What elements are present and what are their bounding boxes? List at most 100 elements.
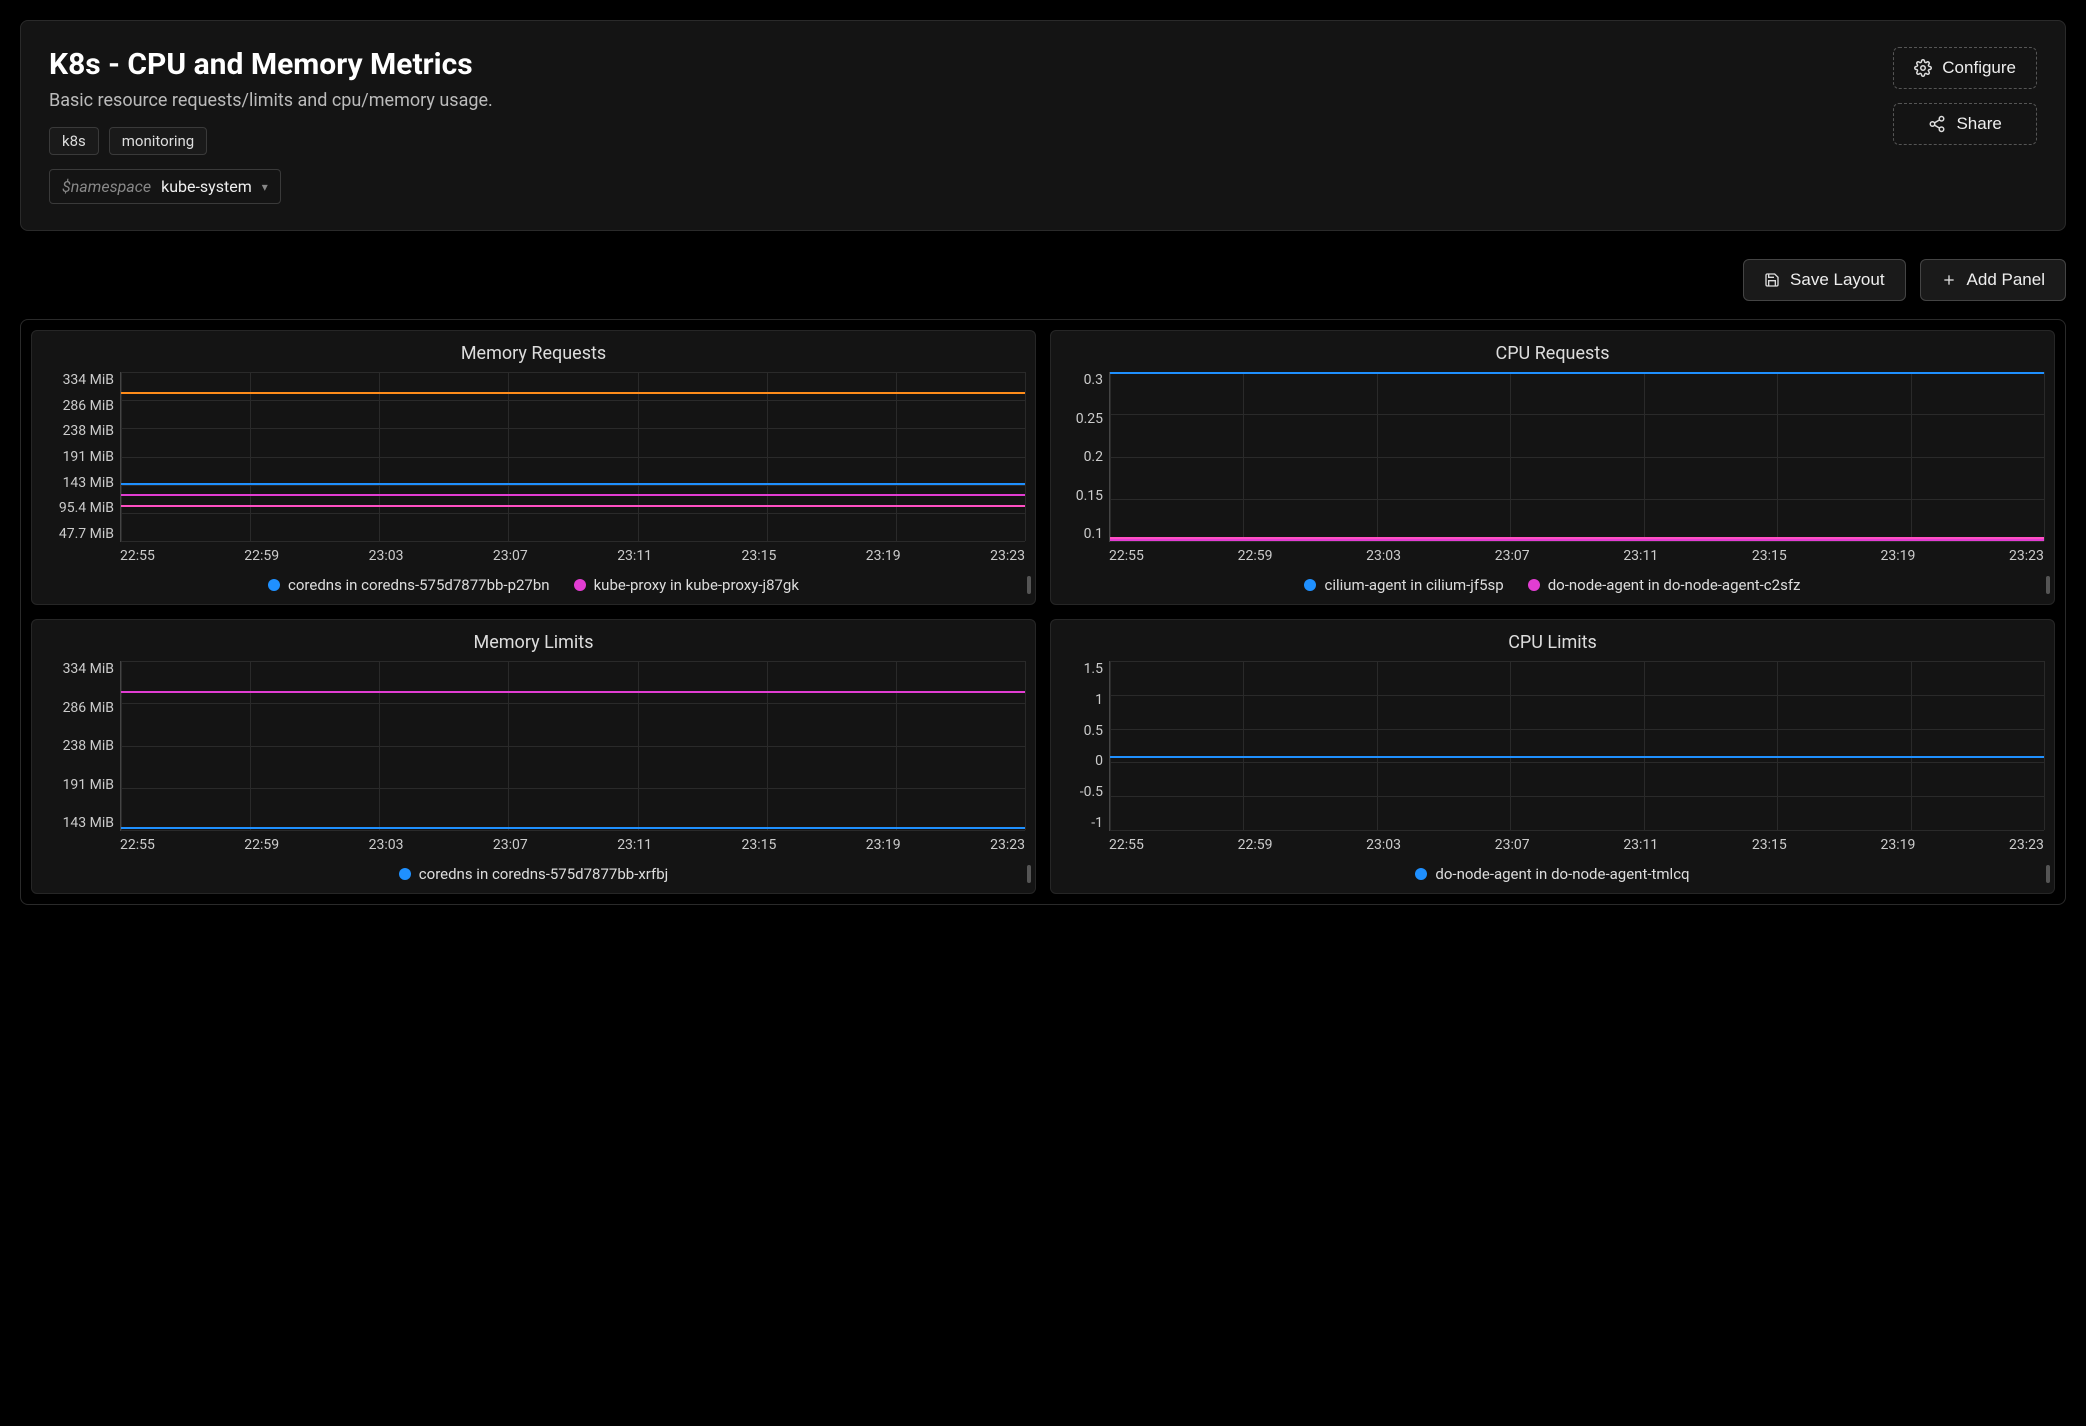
x-axis: 22:5522:5923:0323:0723:1123:1523:1923:23 <box>1109 542 2044 564</box>
x-tick: 23:15 <box>1752 548 1787 564</box>
y-tick: 334 MiB <box>63 661 114 677</box>
legend-label: coredns in coredns-575d7877bb-p27bn <box>288 576 550 594</box>
x-tick: 23:19 <box>866 837 901 853</box>
x-tick: 23:07 <box>493 548 528 564</box>
x-tick: 23:19 <box>1880 548 1915 564</box>
x-tick: 22:55 <box>120 837 155 853</box>
legend-item[interactable]: kube-proxy in kube-proxy-j87gk <box>574 576 799 594</box>
legend-scroll-indicator[interactable] <box>2046 576 2050 594</box>
legend-label: do-node-agent in do-node-agent-tmlcq <box>1435 865 1689 883</box>
legend-item[interactable]: cilium-agent in cilium-jf5sp <box>1304 576 1503 594</box>
x-tick: 22:59 <box>1238 837 1273 853</box>
legend-dot-icon <box>399 868 411 880</box>
series-line <box>121 691 1025 693</box>
panel-title: Memory Limits <box>42 632 1025 653</box>
panel-cpu-limits[interactable]: CPU Limits 1.5 1 0.5 0 -0.5 -1 22:5522:5… <box>1050 619 2055 894</box>
tag-monitoring[interactable]: monitoring <box>109 127 207 155</box>
y-tick: 191 MiB <box>63 777 114 793</box>
add-panel-button[interactable]: Add Panel <box>1920 259 2066 301</box>
chevron-down-icon: ▾ <box>262 180 268 194</box>
y-tick: 286 MiB <box>63 398 114 414</box>
series-line <box>1110 539 2044 541</box>
x-tick: 23:07 <box>1495 837 1530 853</box>
chart-legend: coredns in coredns-575d7877bb-xrfbj <box>42 865 1025 883</box>
panel-cpu-requests[interactable]: CPU Requests 0.3 0.25 0.2 0.15 0.1 22:55… <box>1050 330 2055 605</box>
variable-value: kube-system <box>161 177 252 196</box>
legend-item[interactable]: do-node-agent in do-node-agent-tmlcq <box>1415 865 1689 883</box>
panel-memory-requests[interactable]: Memory Requests 334 MiB 286 MiB 238 MiB … <box>31 330 1036 605</box>
tag-k8s[interactable]: k8s <box>49 127 99 155</box>
share-button[interactable]: Share <box>1893 103 2037 145</box>
y-tick: 0.1 <box>1084 526 1103 542</box>
series-line <box>121 505 1025 507</box>
x-tick: 23:07 <box>1495 548 1530 564</box>
legend-scroll-indicator[interactable] <box>1027 865 1031 883</box>
series-line <box>121 827 1025 829</box>
plus-icon <box>1941 272 1957 288</box>
series-line <box>1110 372 2044 374</box>
x-tick: 23:11 <box>1623 837 1658 853</box>
x-tick: 23:03 <box>1366 548 1401 564</box>
tags-row: k8s monitoring <box>49 127 1893 155</box>
legend-dot-icon <box>574 579 586 591</box>
y-axis: 1.5 1 0.5 0 -0.5 -1 <box>1061 661 1109 831</box>
legend-label: do-node-agent in do-node-agent-c2sfz <box>1548 576 1801 594</box>
x-tick: 22:59 <box>244 837 279 853</box>
chart-plot-area <box>120 661 1025 831</box>
x-tick: 23:03 <box>369 548 404 564</box>
legend-item[interactable]: coredns in coredns-575d7877bb-p27bn <box>268 576 550 594</box>
legend-dot-icon <box>1415 868 1427 880</box>
add-panel-label: Add Panel <box>1967 270 2045 290</box>
x-tick: 23:11 <box>1623 548 1658 564</box>
x-tick: 23:19 <box>866 548 901 564</box>
x-tick: 23:19 <box>1880 837 1915 853</box>
series-line <box>121 392 1025 394</box>
dashboard-body: Memory Requests 334 MiB 286 MiB 238 MiB … <box>20 319 2066 905</box>
x-tick: 23:07 <box>493 837 528 853</box>
x-tick: 23:11 <box>617 548 652 564</box>
y-axis: 0.3 0.25 0.2 0.15 0.1 <box>1061 372 1109 542</box>
legend-dot-icon <box>1528 579 1540 591</box>
x-axis: 22:5522:5923:0323:0723:1123:1523:1923:23 <box>120 542 1025 564</box>
save-layout-label: Save Layout <box>1790 270 1885 290</box>
y-tick: 143 MiB <box>63 475 114 491</box>
save-icon <box>1764 272 1780 288</box>
legend-item[interactable]: do-node-agent in do-node-agent-c2sfz <box>1528 576 1801 594</box>
y-tick: -0.5 <box>1080 784 1103 800</box>
x-tick: 23:15 <box>741 837 776 853</box>
legend-label: cilium-agent in cilium-jf5sp <box>1324 576 1503 594</box>
share-icon <box>1928 115 1946 133</box>
y-tick: 1.5 <box>1084 661 1103 677</box>
y-tick: 0.3 <box>1084 372 1103 388</box>
save-layout-button[interactable]: Save Layout <box>1743 259 1906 301</box>
y-tick: 0.25 <box>1076 411 1103 427</box>
action-bar: Save Layout Add Panel <box>20 259 2066 301</box>
share-label: Share <box>1956 114 2001 134</box>
x-tick: 23:11 <box>617 837 652 853</box>
chart-legend: coredns in coredns-575d7877bb-p27bn kube… <box>42 576 1025 594</box>
chart-legend: do-node-agent in do-node-agent-tmlcq <box>1061 865 2044 883</box>
x-tick: 22:55 <box>1109 837 1144 853</box>
variable-namespace-picker[interactable]: $namespace kube-system ▾ <box>49 169 281 204</box>
x-axis: 22:5522:5923:0323:0723:1123:1523:1923:23 <box>1109 831 2044 853</box>
legend-scroll-indicator[interactable] <box>2046 865 2050 883</box>
series-line <box>121 483 1025 485</box>
legend-dot-icon <box>1304 579 1316 591</box>
legend-scroll-indicator[interactable] <box>1027 576 1031 594</box>
x-tick: 22:59 <box>1238 548 1273 564</box>
y-tick: -1 <box>1091 815 1103 831</box>
y-tick: 191 MiB <box>63 449 114 465</box>
y-axis: 334 MiB 286 MiB 238 MiB 191 MiB 143 MiB <box>42 661 120 831</box>
gear-icon <box>1914 59 1932 77</box>
y-tick: 143 MiB <box>63 815 114 831</box>
x-axis: 22:5522:5923:0323:0723:1123:1523:1923:23 <box>120 831 1025 853</box>
legend-item[interactable]: coredns in coredns-575d7877bb-xrfbj <box>399 865 668 883</box>
x-tick: 23:23 <box>990 548 1025 564</box>
x-tick: 23:15 <box>741 548 776 564</box>
x-tick: 23:15 <box>1752 837 1787 853</box>
panel-memory-limits[interactable]: Memory Limits 334 MiB 286 MiB 238 MiB 19… <box>31 619 1036 894</box>
series-line <box>121 494 1025 496</box>
x-tick: 23:23 <box>2009 837 2044 853</box>
configure-button[interactable]: Configure <box>1893 47 2037 89</box>
x-tick: 22:59 <box>244 548 279 564</box>
